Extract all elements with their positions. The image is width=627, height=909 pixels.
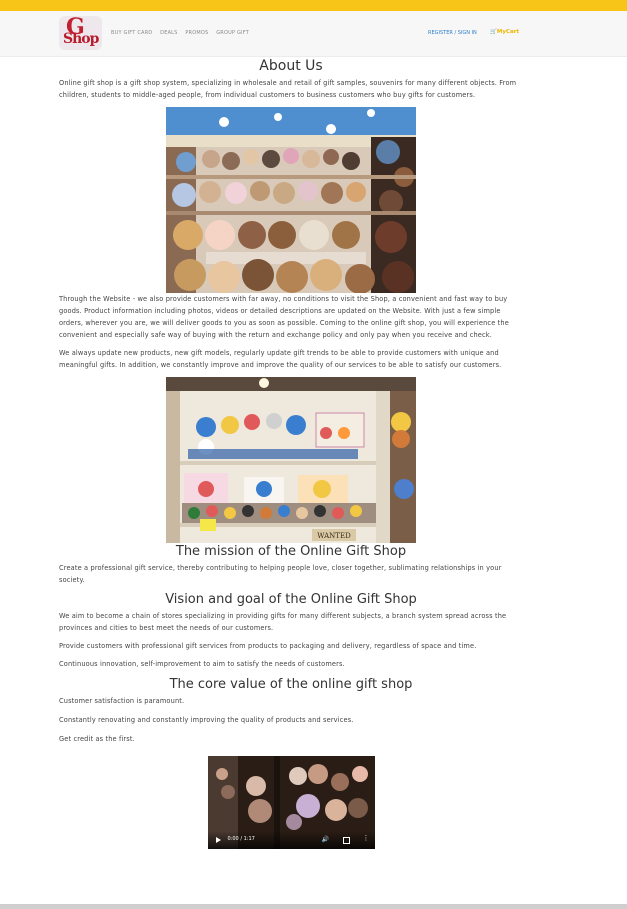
mission-text: Create a professional gift service, ther… bbox=[59, 564, 502, 584]
core-value-paragraph-2: Constantly renovating and constantly imp… bbox=[59, 716, 354, 724]
teddy-bear-photo bbox=[166, 107, 416, 293]
teddy-bear-shelves-image bbox=[166, 107, 416, 293]
figurine-photo: WANTED bbox=[166, 377, 416, 543]
signin-link[interactable]: SIGN IN bbox=[458, 30, 477, 36]
nav-links: BUY GIFT CARD DEALS PROMOS GROUP GIFT bbox=[111, 30, 255, 36]
auth-links: REGISTER / SIGN IN bbox=[428, 30, 477, 36]
logo[interactable]: G Shop bbox=[59, 16, 102, 50]
shop-video-player[interactable]: 0:00 / 1:17 🔊 ⋮ bbox=[207, 756, 375, 849]
core-value-title: The core value of the online gift shop bbox=[169, 677, 413, 692]
page-title: About Us bbox=[259, 58, 323, 74]
main-content: About Us Online gift shop is a gift shop… bbox=[59, 56, 523, 849]
more-options-icon[interactable]: ⋮ bbox=[363, 835, 370, 842]
video-time: 0:00 / 1:17 bbox=[227, 836, 255, 842]
cart-label: MyCart bbox=[496, 29, 520, 35]
fullscreen-icon[interactable] bbox=[342, 837, 350, 844]
horizontal-scrollbar[interactable] bbox=[0, 904, 627, 909]
cart-link[interactable]: 🛒MyCart bbox=[490, 29, 519, 35]
register-link[interactable]: REGISTER bbox=[428, 30, 453, 36]
intro-paragraph: Online gift shop is a gift shop system, … bbox=[59, 79, 517, 99]
vision-paragraph-3: Continuous innovation, self-improvement … bbox=[59, 660, 345, 668]
nav-buy-gift-card[interactable]: BUY GIFT CARD bbox=[111, 30, 152, 36]
wanted-sign-text: WANTED bbox=[317, 532, 351, 540]
nav-deals[interactable]: DEALS bbox=[160, 30, 177, 36]
top-accent-bar bbox=[0, 0, 627, 11]
play-icon[interactable] bbox=[215, 837, 221, 843]
vision-paragraph-1: We aim to become a chain of stores speci… bbox=[59, 612, 507, 632]
vision-title: Vision and goal of the Online Gift Shop bbox=[165, 592, 417, 607]
logo-word: Shop bbox=[63, 31, 99, 47]
cart-icon: 🛒 bbox=[490, 29, 497, 35]
website-paragraph: Through the Website - we also provide cu… bbox=[59, 295, 509, 339]
nav-promos[interactable]: PROMOS bbox=[185, 30, 208, 36]
nav-group-gift[interactable]: GROUP GIFT bbox=[216, 30, 249, 36]
core-value-paragraph-1: Customer satisfaction is paramount. bbox=[59, 697, 185, 705]
volume-icon[interactable]: 🔊 bbox=[322, 836, 329, 843]
navbar: G Shop BUY GIFT CARD DEALS PROMOS GROUP … bbox=[0, 11, 627, 57]
video-controls: 0:00 / 1:17 🔊 ⋮ bbox=[207, 831, 375, 849]
figurine-shelves-image: WANTED bbox=[166, 377, 416, 543]
update-paragraph: We always update new products, new gift … bbox=[59, 349, 502, 369]
mission-title: The mission of the Online Gift Shop bbox=[175, 544, 407, 559]
vision-paragraph-2: Provide customers with professional gift… bbox=[59, 642, 477, 650]
core-value-paragraph-3: Get credit as the first. bbox=[59, 735, 135, 743]
auth-separator: / bbox=[454, 30, 457, 36]
